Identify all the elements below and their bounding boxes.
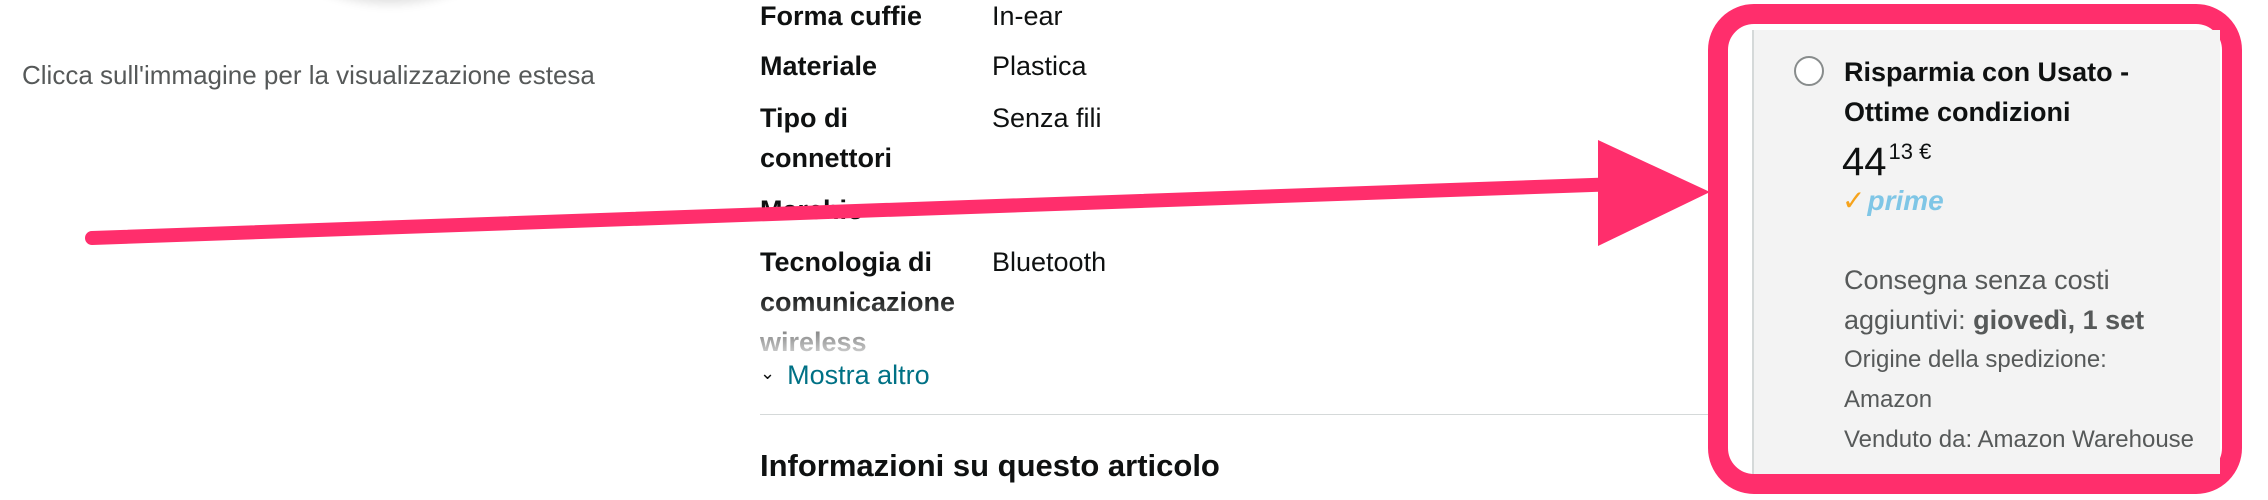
annotation-arrow: [85, 140, 1710, 246]
arrow-head: [1598, 140, 1710, 246]
arrow-shaft: [85, 177, 1627, 245]
